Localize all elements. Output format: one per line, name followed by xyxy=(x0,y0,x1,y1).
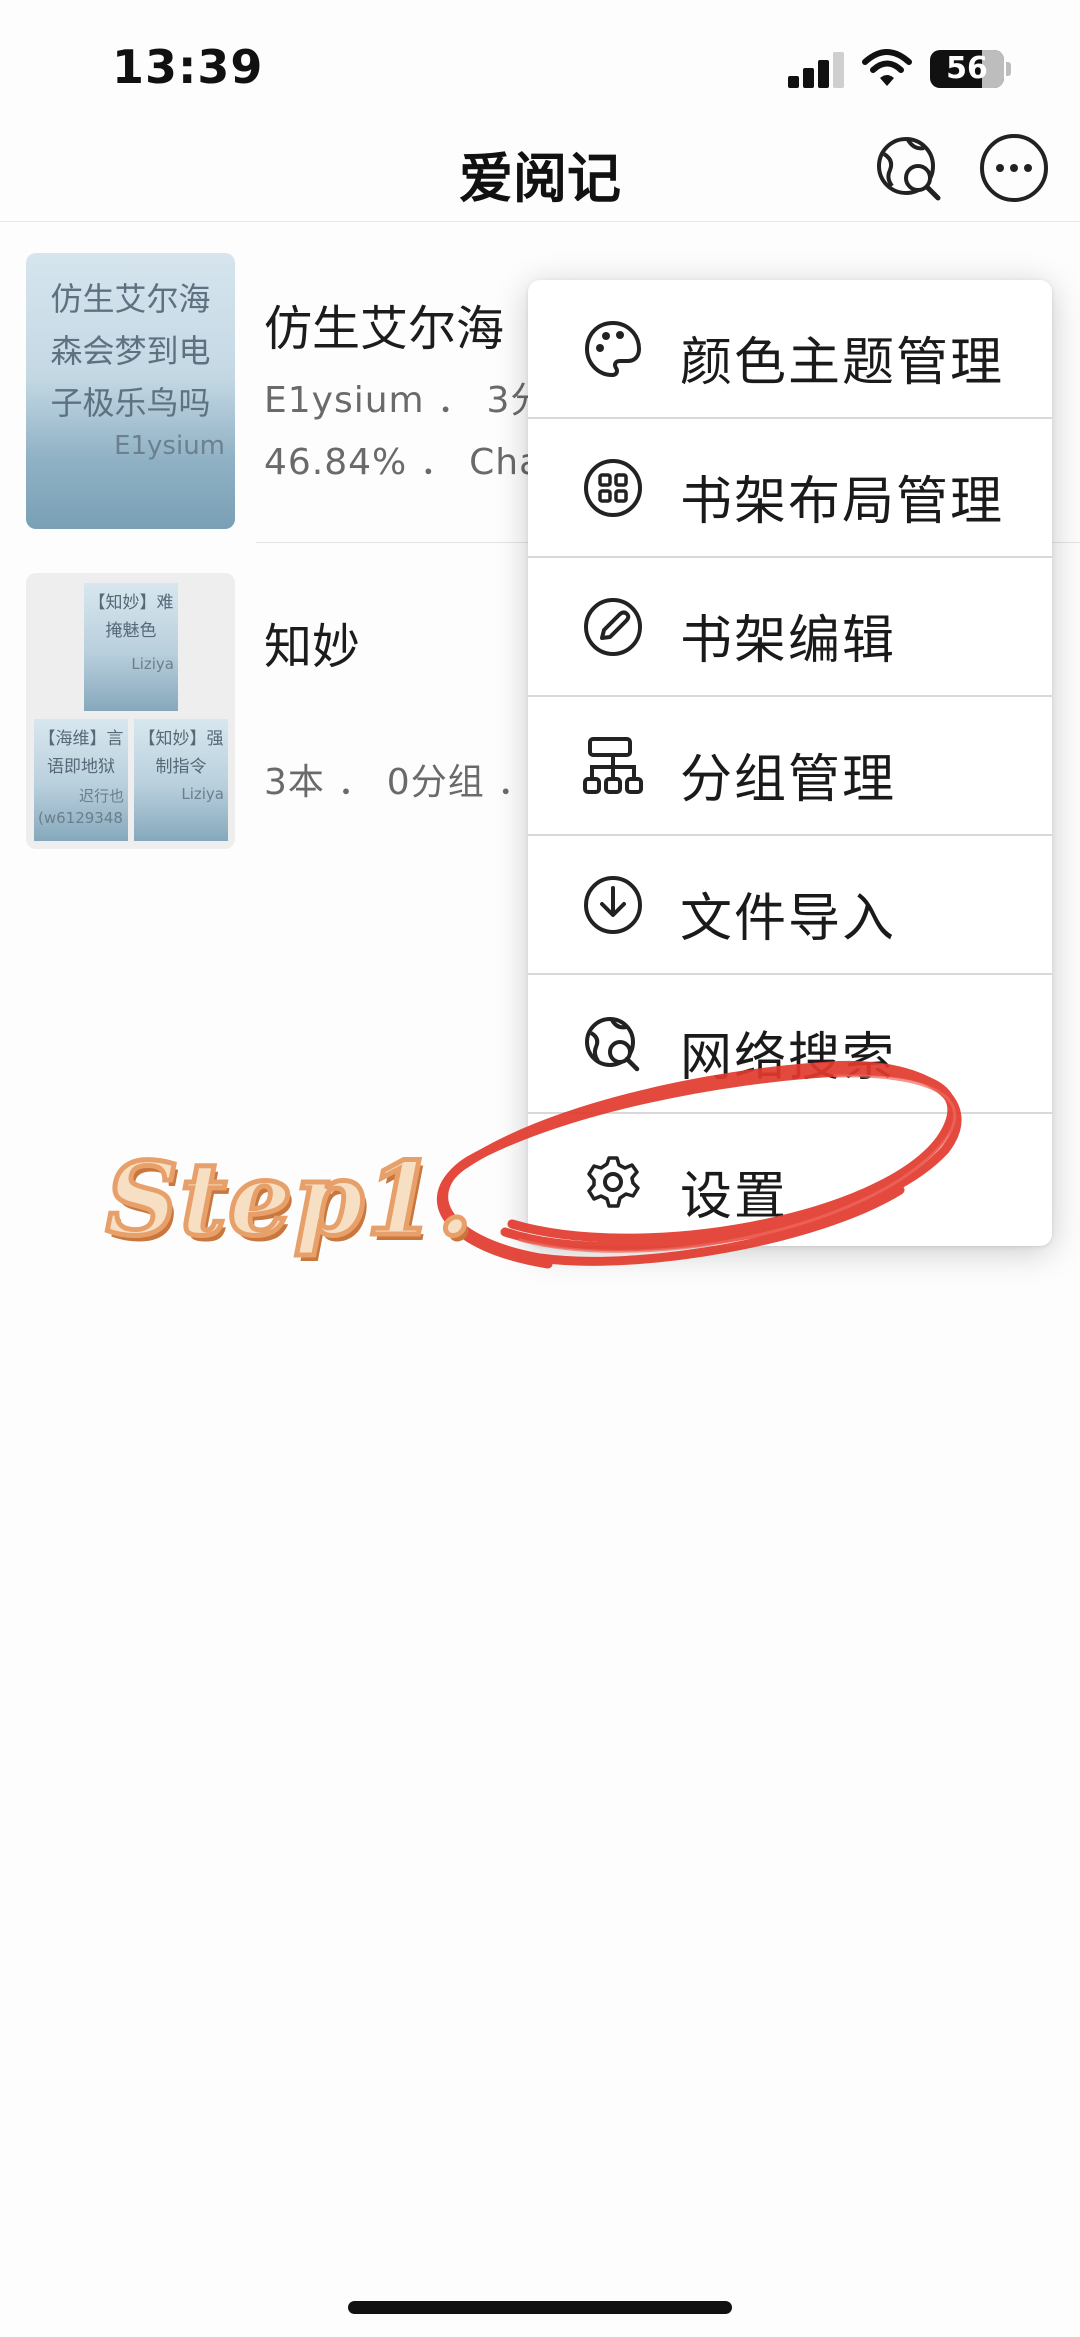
globe-search-icon xyxy=(585,1017,640,1072)
nav-bar: 爱阅记 xyxy=(0,130,1080,222)
mini-cover: 【知妙】强 制指令 Liziya xyxy=(134,719,228,841)
cellular-signal-icon xyxy=(788,52,846,88)
group-hierarchy-icon xyxy=(583,737,643,794)
menu-item-label: 设置 xyxy=(680,1167,789,1227)
mini-cover: 【海维】言 语即地狱 迟行也 (w6129348 xyxy=(34,719,128,841)
gear-icon xyxy=(587,1156,640,1208)
menu-item-label: 分组管理 xyxy=(680,750,897,810)
step-label: Step1. xyxy=(103,1138,475,1261)
cover-author: E1ysium xyxy=(114,431,225,461)
wifi-icon xyxy=(862,49,912,86)
menu-item-file-import[interactable]: 文件导入 xyxy=(528,836,1052,974)
menu-item-label: 文件导入 xyxy=(680,889,897,949)
edit-pen-icon xyxy=(584,598,642,656)
menu-item-shelf-edit[interactable]: 书架编辑 xyxy=(528,558,1052,696)
group-cover[interactable]: 【知妙】难 掩魅色 Liziya 【海维】言 语即地狱 迟行也 (w612934… xyxy=(26,573,235,849)
mini-cover: 【知妙】难 掩魅色 Liziya xyxy=(84,583,178,711)
grid-layout-icon xyxy=(584,459,642,517)
home-indicator xyxy=(348,2301,732,2314)
more-menu: 颜色主题管理 书架布局管理 书架编辑 分组管理 文件导入 网络搜索 设置 xyxy=(528,280,1052,1246)
download-circle-icon xyxy=(584,876,642,934)
status-bar: 13:39 56 xyxy=(0,0,1080,130)
status-time: 13:39 xyxy=(112,40,264,94)
palette-icon xyxy=(584,320,642,378)
menu-item-label: 书架布局管理 xyxy=(680,472,1005,532)
more-circle-icon[interactable] xyxy=(976,130,1052,206)
menu-item-group-manage[interactable]: 分组管理 xyxy=(528,697,1052,835)
battery-level: 56 xyxy=(946,51,988,86)
menu-item-web-search[interactable]: 网络搜索 xyxy=(528,975,1052,1113)
menu-item-settings[interactable]: 设置 xyxy=(528,1114,1052,1246)
menu-item-color-theme[interactable]: 颜色主题管理 xyxy=(528,280,1052,418)
battery-nub xyxy=(1006,62,1011,76)
menu-item-label: 书架编辑 xyxy=(680,611,897,671)
book-cover[interactable]: 仿生艾尔海 森会梦到电 子极乐鸟吗 E1ysium xyxy=(26,253,235,529)
menu-item-label: 网络搜索 xyxy=(680,1028,897,1088)
cover-title: 仿生艾尔海 森会梦到电 子极乐鸟吗 xyxy=(50,280,211,422)
book-meta-author: E1ysium ． 3分 xyxy=(264,380,548,421)
menu-item-label: 颜色主题管理 xyxy=(680,333,1005,393)
book-meta-progress: 46.84% ． Cha xyxy=(264,442,543,483)
group-title: 知妙 xyxy=(264,619,361,675)
group-meta: 3本 ． 0分组 ． xyxy=(264,762,535,803)
globe-search-icon[interactable] xyxy=(872,130,948,206)
menu-item-shelf-layout[interactable]: 书架布局管理 xyxy=(528,419,1052,557)
book-title: 仿生艾尔海 xyxy=(264,301,505,357)
battery-icon: 56 xyxy=(930,50,1004,88)
